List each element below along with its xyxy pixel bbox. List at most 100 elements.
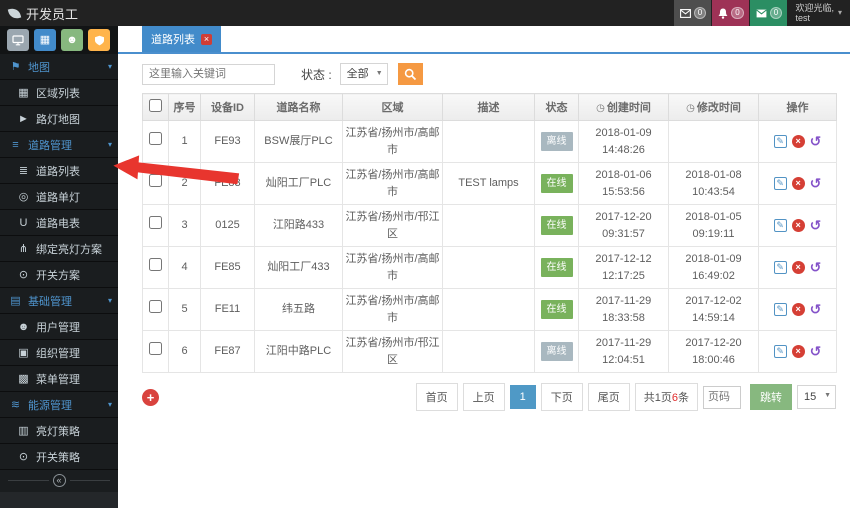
delete-icon[interactable]: × [792,345,805,358]
row-checkbox[interactable] [149,300,162,313]
table-header-row: 序号 设备ID 道路名称 区域 描述 状态 ◷创建时间 ◷修改时间 操作 [143,94,837,121]
prev-page-button[interactable]: 上页 [463,383,505,411]
header-select-all [143,94,169,121]
filter-toolbar: 状态 : 全部 [118,54,850,93]
table-row: 2 FE83 灿阳工厂PLC 江苏省/扬州市/高邮市 TEST lamps 在线… [143,163,837,205]
undo-icon[interactable]: ↺ [810,177,822,190]
cell-status: 离线 [535,121,579,163]
sidebar-menu-item[interactable]: ≋ 能源管理 ▾ [0,392,118,418]
undo-icon[interactable]: ↺ [810,261,822,274]
row-checkbox[interactable] [149,258,162,271]
next-page-button[interactable]: 下页 [541,383,583,411]
edit-icon[interactable]: ✎ [774,345,787,358]
row-checkbox[interactable] [149,216,162,229]
messages-dropdown-button[interactable]: 0 [750,0,787,26]
row-actions: ✎ × ↺ [761,219,834,232]
sidebar-menu-item[interactable]: U 道路电表 [0,210,118,236]
cell-device-id: FE93 [201,121,255,163]
sidebar-menu-item[interactable]: ≡ 道路管理 ▾ [0,132,118,158]
cell-device-id: FE83 [201,163,255,205]
cell-no: 4 [169,247,201,289]
delete-icon[interactable]: × [792,135,805,148]
grid-shortcut-button[interactable]: ▦ [34,29,56,51]
current-page-button[interactable]: 1 [510,385,536,409]
status-select[interactable]: 全部 [340,63,388,85]
sidebar-shortcuts: ▦ ☻ [0,26,118,54]
menu-item-icon: U [17,217,30,229]
sidebar-menu-item[interactable]: ► 路灯地图 [0,106,118,132]
edit-icon[interactable]: ✎ [774,303,787,316]
sidebar-menu-item[interactable]: ⋔ 绑定亮灯方案 [0,236,118,262]
delete-icon[interactable]: × [792,219,805,232]
user-shortcut-button[interactable]: ☻ [61,29,83,51]
user-menu[interactable]: 欢迎光临, test ▾ [787,0,850,26]
cell-modified: 2018-01-05 09:19:11 [669,205,759,247]
cell-region: 江苏省/扬州市/高邮市 [343,289,443,331]
edit-icon[interactable]: ✎ [774,177,787,190]
menu-item-label: 道路列表 [36,163,80,179]
first-page-button[interactable]: 首页 [416,383,458,411]
row-checkbox[interactable] [149,342,162,355]
cell-region: 江苏省/扬州市/邗江区 [343,205,443,247]
sidebar-menu-item[interactable]: ▩ 菜单管理 [0,366,118,392]
row-actions: ✎ × ↺ [761,345,834,358]
undo-icon[interactable]: ↺ [810,219,822,232]
cell-no: 5 [169,289,201,331]
edit-icon[interactable]: ✎ [774,135,787,148]
tab-road-list[interactable]: 道路列表 × [142,26,221,52]
menu-item-label: 地图 [28,59,50,75]
sidebar-menu-item[interactable]: ⊙ 开关方案 [0,262,118,288]
menu-item-icon: ◎ [17,190,30,203]
page-number-input[interactable] [703,386,741,409]
edit-icon[interactable]: ✎ [774,261,787,274]
select-all-checkbox[interactable] [149,99,162,112]
sidebar-menu-item[interactable]: ≣ 道路列表 [0,158,118,184]
undo-icon[interactable]: ↺ [810,345,822,358]
cell-device-id: 0125 [201,205,255,247]
sidebar-menu-item[interactable]: ◎ 道路单灯 [0,184,118,210]
last-page-button[interactable]: 尾页 [588,383,630,411]
sidebar-menu-item[interactable]: ⊙ 开关策略 [0,444,118,470]
cell-modified: 2017-12-20 18:00:46 [669,331,759,373]
cell-no: 6 [169,331,201,373]
add-road-button[interactable]: + [142,389,159,406]
delete-icon[interactable]: × [792,177,805,190]
undo-icon[interactable]: ↺ [810,303,822,316]
tab-close-icon[interactable]: × [201,34,212,45]
shield-shortcut-button[interactable] [88,29,110,51]
row-actions: ✎ × ↺ [761,135,834,148]
sidebar-menu-item[interactable]: ▤ 基础管理 ▾ [0,288,118,314]
cell-region: 江苏省/扬州市/邗江区 [343,331,443,373]
sidebar-menu-item[interactable]: ▥ 亮灯策略 [0,418,118,444]
jump-button[interactable]: 跳转 [750,384,792,410]
sidebar-menu-item[interactable]: ⚑ 地图 ▾ [0,54,118,80]
search-icon [404,68,417,81]
row-checkbox[interactable] [149,132,162,145]
cell-status: 在线 [535,247,579,289]
cell-actions: ✎ × ↺ [759,205,837,247]
undo-icon[interactable]: ↺ [810,135,822,148]
notifications-dropdown-button[interactable]: 0 [712,0,749,26]
cell-region: 江苏省/扬州市/高邮市 [343,163,443,205]
monitor-icon [12,35,24,46]
sidebar-menu-item[interactable]: ▦ 区域列表 [0,80,118,106]
sidebar-menu-item[interactable]: ▣ 组织管理 [0,340,118,366]
delete-icon[interactable]: × [792,261,805,274]
sidebar-collapse-toggle[interactable]: « [0,470,118,490]
edit-icon[interactable]: ✎ [774,219,787,232]
table-row: 6 FE87 江阳中路PLC 江苏省/扬州市/邗江区 离线 2017-11-29… [143,331,837,373]
cell-road-name: BSW展厅PLC [255,121,343,163]
sidebar-menu-item[interactable]: ☻ 用户管理 [0,314,118,340]
keyword-input[interactable] [142,64,275,85]
clock-icon: ◷ [596,103,605,114]
page-size-select[interactable]: 15 [797,385,836,409]
cell-actions: ✎ × ↺ [759,331,837,373]
cell-created: 2018-01-06 15:53:56 [579,163,669,205]
search-button[interactable] [398,63,423,85]
tasks-dropdown-button[interactable]: 0 [674,0,711,26]
tab-label: 道路列表 [151,31,195,47]
header-device-id: 设备ID [201,94,255,121]
row-checkbox[interactable] [149,174,162,187]
delete-icon[interactable]: × [792,303,805,316]
monitor-shortcut-button[interactable] [7,29,29,51]
